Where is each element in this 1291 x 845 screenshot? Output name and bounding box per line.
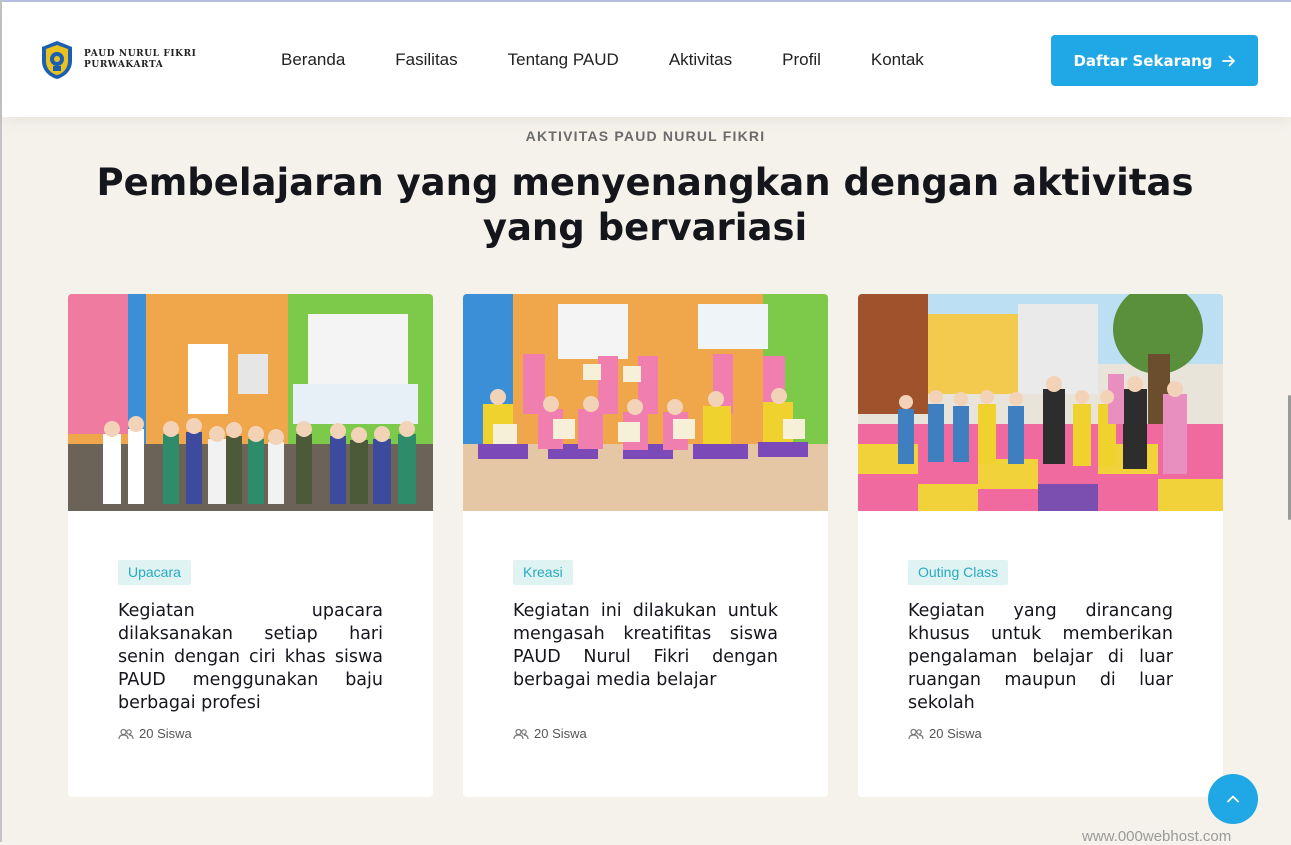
card-description[interactable]: Kegiatan yang dirancang khusus untuk mem…	[908, 600, 1173, 715]
chevron-up-icon	[1227, 795, 1239, 803]
activity-card-outing-class[interactable]: Outing Class Kegiatan yang dirancang khu…	[858, 294, 1223, 797]
activity-card-kreasi[interactable]: Kreasi Kegiatan ini dilakukan untuk meng…	[463, 294, 828, 797]
main-nav: Beranda Fasilitas Tentang PAUD Aktivitas…	[281, 50, 974, 70]
school-emblem-icon	[42, 41, 72, 79]
student-count-label: 20 Siswa	[139, 726, 192, 741]
category-badge[interactable]: Kreasi	[513, 560, 573, 585]
nav-item-tentang-paud[interactable]: Tentang PAUD	[508, 50, 619, 70]
site-logo[interactable]: PAUD NURUL FIKRI PURWAKARTA	[36, 39, 196, 81]
section-title: Pembelajaran yang menyenangkan dengan ak…	[96, 161, 1194, 249]
scroll-to-top-button[interactable]	[1208, 774, 1258, 824]
register-button[interactable]: Daftar Sekarang	[1051, 35, 1258, 86]
nav-item-fasilitas[interactable]: Fasilitas	[395, 50, 457, 70]
activity-card-upacara[interactable]: Upacara Kegiatan upacara dilaksanakan se…	[68, 294, 433, 797]
card-description[interactable]: Kegiatan ini dilakukan untuk mengasah kr…	[513, 600, 778, 692]
student-count: 20 Siswa	[118, 726, 192, 741]
site-header: PAUD NURUL FIKRI PURWAKARTA Beranda Fasi…	[2, 2, 1291, 117]
hosting-watermark[interactable]: www.000webhost.com	[1082, 828, 1231, 845]
category-badge[interactable]: Upacara	[118, 560, 191, 585]
users-icon	[513, 728, 529, 739]
brand-line-1: PAUD NURUL FIKRI	[84, 49, 197, 59]
arrow-right-icon	[1221, 55, 1235, 66]
section-eyebrow: AKTIVITAS PAUD NURUL FIKRI	[525, 128, 766, 144]
users-icon	[908, 728, 924, 739]
register-button-label: Daftar Sekarang	[1073, 51, 1213, 70]
card-photo-upacara	[68, 294, 433, 511]
window-left-border	[0, 0, 2, 842]
card-photo-kreasi	[463, 294, 828, 511]
card-description[interactable]: Kegiatan upacara dilaksanakan setiap har…	[118, 600, 383, 715]
brand-name: PAUD NURUL FIKRI PURWAKARTA	[84, 49, 196, 71]
nav-item-aktivitas[interactable]: Aktivitas	[669, 50, 732, 70]
nav-item-beranda[interactable]: Beranda	[281, 50, 345, 70]
student-count: 20 Siswa	[908, 726, 982, 741]
student-count: 20 Siswa	[513, 726, 587, 741]
card-photo-outing-class	[858, 294, 1223, 511]
student-count-label: 20 Siswa	[534, 726, 587, 741]
nav-item-kontak[interactable]: Kontak	[871, 50, 924, 70]
nav-item-profil[interactable]: Profil	[782, 50, 821, 70]
users-icon	[118, 728, 134, 739]
brand-line-2: PURWAKARTA	[84, 60, 164, 70]
student-count-label: 20 Siswa	[929, 726, 982, 741]
category-badge[interactable]: Outing Class	[908, 560, 1009, 585]
